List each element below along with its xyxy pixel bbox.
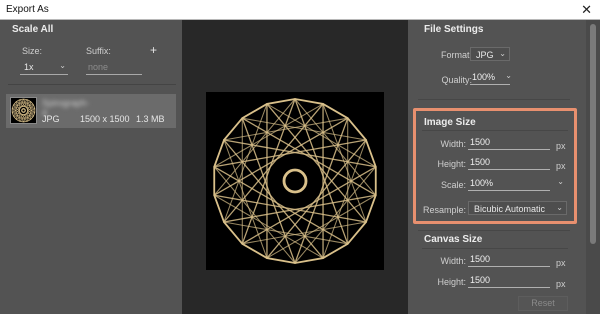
spirograph-image — [213, 98, 377, 264]
suffix-label: Suffix: — [86, 46, 111, 56]
resample-select[interactable]: Bicubic Automatic ⌄ — [468, 201, 567, 215]
size-select-value: 1x — [24, 62, 34, 72]
image-height-input[interactable]: 1500 — [468, 157, 550, 170]
asset-thumbnail — [10, 97, 37, 124]
format-label: Format: — [440, 50, 472, 60]
asset-dimensions: 1500 x 1500 — [80, 114, 130, 124]
title-bar: Export As ✕ — [0, 0, 600, 20]
image-height-unit: px — [556, 161, 566, 171]
image-scale-label: Scale: — [440, 180, 466, 190]
chevron-down-icon: ⌄ — [499, 49, 506, 58]
scrollbar-thumb[interactable] — [590, 24, 596, 244]
reset-button[interactable]: Reset — [518, 296, 568, 311]
asset-format: JPG — [42, 114, 60, 124]
size-label: Size: — [22, 46, 43, 56]
image-scale-value: 100% — [470, 178, 494, 188]
quality-select-value: 100% — [472, 72, 496, 82]
image-height-label: Height: — [437, 159, 466, 169]
spirograph-thumbnail-icon — [11, 98, 36, 123]
canvas-width-input[interactable]: 1500 — [468, 254, 550, 267]
canvas-width-unit: px — [556, 258, 566, 268]
chevron-down-icon: ⌄ — [59, 61, 66, 70]
scale-all-header: Scale All — [12, 24, 54, 35]
quality-label: Quality: — [441, 75, 472, 85]
asset-list-item[interactable]: Spirograph-4 JPG 1500 x 1500 1.3 MB — [6, 94, 176, 128]
image-width-value: 1500 — [470, 137, 491, 147]
canvas-width-value: 1500 — [470, 254, 491, 264]
canvas-size-header: Canvas Size — [424, 234, 483, 245]
scale-all-panel: Scale All Size: Suffix: + 1x ⌄ none Spir… — [0, 20, 182, 314]
image-width-input[interactable]: 1500 — [468, 137, 550, 150]
resample-label: Resample: — [422, 205, 466, 215]
asset-file-size: 1.3 MB — [136, 114, 165, 124]
chevron-down-icon: ⌄ — [557, 177, 564, 186]
file-settings-header: File Settings — [424, 24, 484, 35]
canvas-height-label: Height: — [437, 277, 466, 287]
settings-scrollbar[interactable] — [586, 20, 600, 314]
image-scale-select[interactable]: 100% ⌄ — [468, 177, 564, 191]
format-select-value: JPG — [476, 50, 494, 60]
canvas-width-label: Width: — [440, 256, 466, 266]
suffix-input[interactable]: none — [86, 62, 142, 75]
window-title: Export As — [6, 4, 49, 15]
suffix-placeholder: none — [88, 62, 109, 72]
size-select[interactable]: 1x ⌄ — [20, 61, 68, 75]
close-icon[interactable]: ✕ — [581, 2, 592, 18]
divider — [418, 230, 570, 231]
resample-select-value: Bicubic Automatic — [474, 204, 546, 214]
divider — [422, 248, 568, 249]
quality-select[interactable]: 100% ⌄ — [470, 71, 512, 85]
asset-name: Spirograph-4 — [42, 98, 90, 118]
preview-canvas — [206, 92, 384, 270]
canvas-height-unit: px — [556, 279, 566, 289]
divider — [8, 84, 176, 85]
add-scale-button[interactable]: + — [150, 43, 157, 57]
canvas-height-value: 1500 — [470, 275, 491, 285]
canvas-height-input[interactable]: 1500 — [468, 275, 550, 288]
image-width-unit: px — [556, 141, 566, 151]
chevron-down-icon: ⌄ — [556, 203, 563, 212]
divider — [418, 99, 570, 100]
preview-area — [182, 20, 408, 314]
format-select[interactable]: JPG ⌄ — [470, 47, 510, 61]
settings-panel: File Settings Format: JPG ⌄ Quality: 100… — [408, 20, 586, 314]
chevron-down-icon: ⌄ — [505, 71, 512, 80]
image-height-value: 1500 — [470, 157, 491, 167]
image-width-label: Width: — [440, 139, 466, 149]
image-size-header: Image Size — [424, 117, 476, 128]
divider — [422, 130, 568, 131]
